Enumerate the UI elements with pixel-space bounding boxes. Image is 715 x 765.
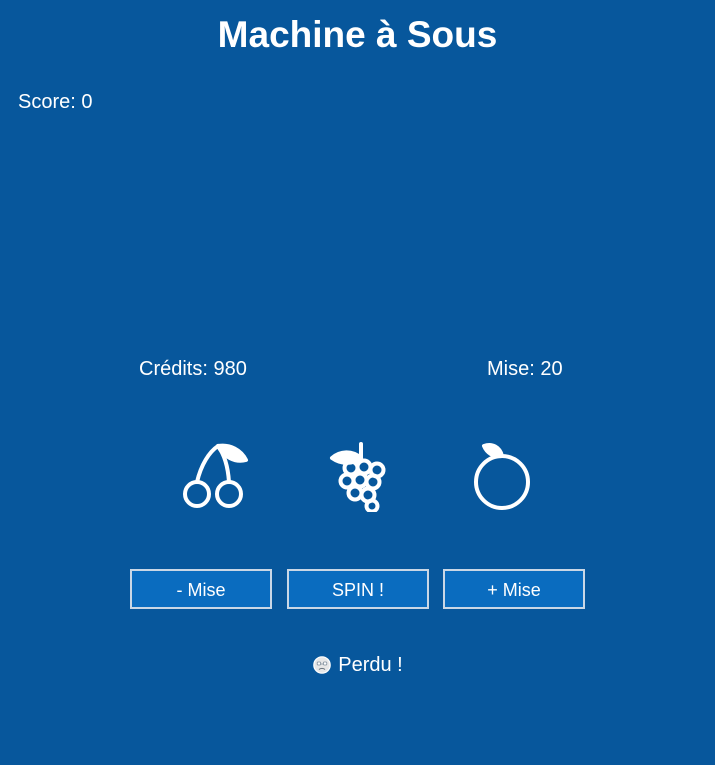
- increase-bet-button[interactable]: + Mise: [443, 569, 585, 609]
- decrease-bet-button[interactable]: - Mise: [130, 569, 272, 609]
- result-message: Perdu !: [0, 652, 715, 678]
- reel-1: [178, 440, 250, 512]
- orange-icon: [466, 440, 538, 512]
- page-title: Machine à Sous: [217, 14, 498, 55]
- spin-button[interactable]: SPIN !: [287, 569, 429, 609]
- reel-3: [466, 440, 538, 512]
- grapes-icon: [322, 440, 394, 512]
- sad-face-icon: [312, 655, 332, 675]
- credits-display: Crédits: 980: [139, 358, 247, 380]
- cherry-icon: [178, 440, 250, 512]
- score-display: Score: 0: [18, 91, 93, 113]
- reel-2: [322, 440, 394, 512]
- result-text: Perdu !: [338, 654, 403, 676]
- bet-display: Mise: 20: [487, 358, 563, 380]
